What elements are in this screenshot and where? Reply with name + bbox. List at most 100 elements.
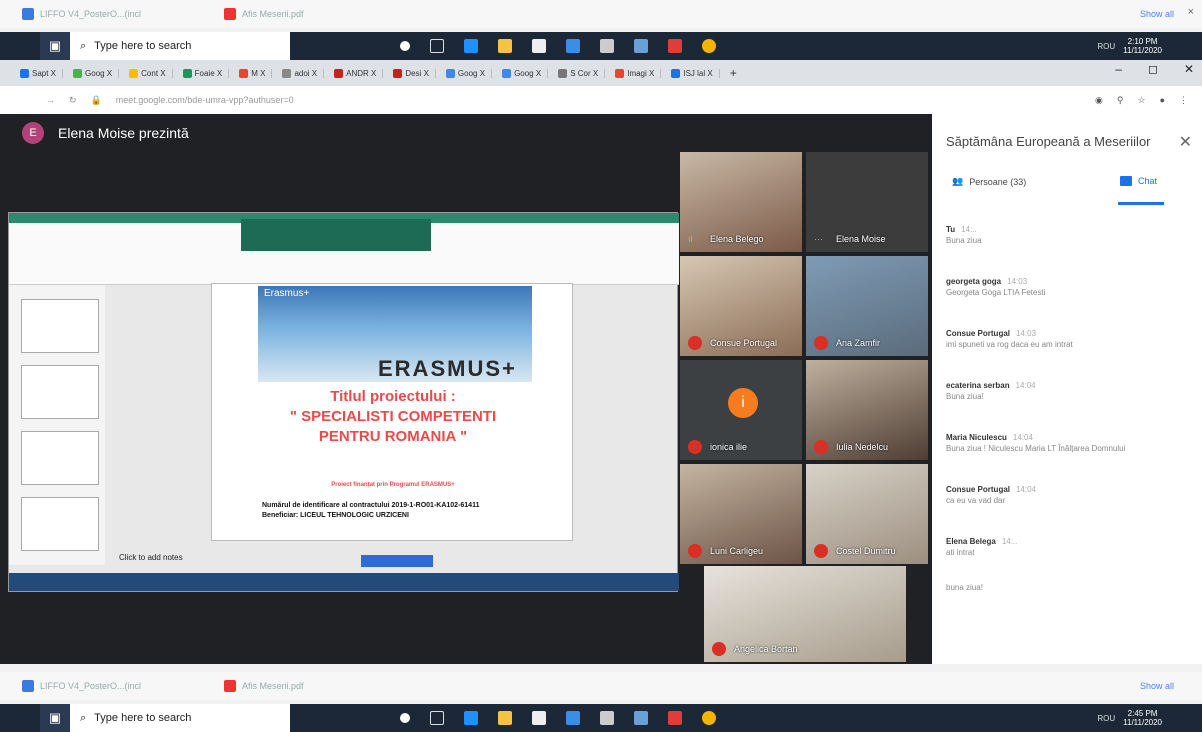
app-icon[interactable] bbox=[600, 39, 614, 53]
more-icon: ··· bbox=[814, 234, 823, 244]
erasmus-watermark: ERASMUS+ bbox=[378, 356, 517, 381]
shared-screen: Erasmus+ ERASMUS+ Titlul proiectului : "… bbox=[8, 212, 679, 592]
url-field[interactable]: meet.google.com/bde-umra-vpp?authuser=0 bbox=[116, 95, 294, 105]
windows-start-button[interactable]: ▣ bbox=[40, 32, 70, 60]
browser-tab[interactable]: Desi X bbox=[387, 68, 436, 78]
explorer-icon[interactable] bbox=[498, 711, 512, 725]
app-icon[interactable] bbox=[600, 711, 614, 725]
participant-tile[interactable]: ıl Elena Belego bbox=[680, 152, 802, 252]
browser-tab[interactable]: S Cor X bbox=[552, 68, 606, 78]
clock[interactable]: 2:10 PM 11/11/2020 bbox=[1123, 37, 1162, 55]
close-window-icon[interactable]: ✕ bbox=[1184, 62, 1194, 76]
cortana-icon[interactable] bbox=[400, 41, 410, 51]
forward-icon[interactable]: → bbox=[46, 95, 55, 105]
participant-tile[interactable]: Costel Dumitru bbox=[806, 464, 928, 564]
show-all-button[interactable]: Show all bbox=[1140, 681, 1174, 691]
taskbar-apps bbox=[400, 39, 716, 53]
stop-sharing-button[interactable] bbox=[361, 555, 433, 567]
edge-icon[interactable] bbox=[464, 39, 478, 53]
app-icon[interactable] bbox=[634, 39, 648, 53]
app-icon[interactable] bbox=[634, 711, 648, 725]
participant-tile[interactable]: ··· Elena Moise bbox=[806, 152, 928, 252]
explorer-icon[interactable] bbox=[498, 39, 512, 53]
reload-icon[interactable]: ↻ bbox=[69, 95, 77, 106]
chat-message: buna ziua! bbox=[946, 583, 983, 592]
slide-thumbnail[interactable] bbox=[21, 299, 99, 353]
taskbar-bottom: ▣ ⌕ Type here to search ROU 2:45 PM 11/11/… bbox=[0, 704, 1202, 732]
avatar: E bbox=[22, 122, 44, 144]
active-tab-indicator bbox=[1118, 202, 1164, 205]
mail-icon[interactable] bbox=[566, 711, 580, 725]
browser-tab[interactable]: Goog X bbox=[67, 68, 120, 78]
participant-grid: ıl Elena Belego ··· Elena Moise Consue P… bbox=[680, 152, 930, 662]
participant-tile[interactable]: Iulia Nedelcu bbox=[806, 360, 928, 460]
taskbar-search-input[interactable]: ⌕ Type here to search bbox=[70, 704, 290, 732]
browser-tab[interactable]: adoi X bbox=[276, 68, 325, 78]
acrobat-icon[interactable] bbox=[668, 711, 682, 725]
tab-people[interactable]: 👥 Persoane (33) bbox=[952, 176, 1026, 187]
windows-start-button[interactable]: ▣ bbox=[40, 704, 70, 732]
chrome-icon[interactable] bbox=[702, 711, 716, 725]
new-tab-button[interactable]: + bbox=[724, 66, 743, 80]
browser-tab[interactable]: ANDR X bbox=[328, 68, 384, 78]
pdf-icon bbox=[224, 8, 236, 20]
task-view-icon[interactable] bbox=[430, 711, 444, 725]
store-icon[interactable] bbox=[532, 39, 546, 53]
contract-text: Numărul de identificare al contractului … bbox=[262, 502, 480, 509]
slide-title-line: " SPECIALISTI COMPETENTI bbox=[289, 408, 497, 425]
avatar: i bbox=[728, 388, 758, 418]
store-icon[interactable] bbox=[532, 711, 546, 725]
chat-message: Elena Belega 14:.. ati intrat bbox=[946, 537, 1018, 557]
participant-tile[interactable]: Ana Zamfir bbox=[806, 256, 928, 356]
clock[interactable]: 2:45 PM 11/11/2020 bbox=[1123, 709, 1162, 727]
maximize-icon[interactable]: ◻ bbox=[1148, 62, 1158, 76]
download-item[interactable]: LIFFO V4_PosterO...(incl bbox=[22, 8, 202, 20]
mail-icon[interactable] bbox=[566, 39, 580, 53]
browser-tab[interactable]: Imagi X bbox=[609, 68, 662, 78]
close-icon[interactable]: × bbox=[1188, 6, 1194, 18]
browser-tab[interactable]: Goog X bbox=[440, 68, 493, 78]
browser-tab[interactable]: Foaie X bbox=[177, 68, 230, 78]
show-all-button[interactable]: Show all bbox=[1140, 9, 1174, 19]
taskbar-apps bbox=[400, 711, 716, 725]
participant-tile[interactable]: Angelica Bortan bbox=[704, 566, 906, 662]
erasmus-logo: Erasmus+ bbox=[264, 288, 310, 299]
slide-title: Titlul proiectului : bbox=[330, 388, 456, 405]
participant-tile[interactable]: Luni Carligeu bbox=[680, 464, 802, 564]
star-icon[interactable]: ☆ bbox=[1137, 95, 1145, 106]
download-item[interactable]: Afis Meserii.pdf bbox=[224, 8, 404, 20]
slide-title-line: PENTRU ROMANIA " bbox=[318, 428, 468, 445]
camera-icon[interactable]: ◉ bbox=[1095, 95, 1103, 106]
chrome-icon[interactable] bbox=[702, 39, 716, 53]
minimize-icon[interactable]: – bbox=[1115, 62, 1122, 76]
download-item[interactable]: Afis Meserii.pdf bbox=[224, 680, 404, 692]
edge-icon[interactable] bbox=[464, 711, 478, 725]
profile-icon[interactable]: ● bbox=[1160, 95, 1165, 106]
chat-message: Tu 14:.. Buna ziua bbox=[946, 225, 982, 245]
mic-off-icon bbox=[814, 440, 828, 454]
slide-thumbnail[interactable] bbox=[21, 431, 99, 485]
chat-message: ecaterina serban 14:04 Buna ziua! bbox=[946, 381, 1036, 401]
browser-tab[interactable]: Cont X bbox=[123, 68, 173, 78]
slide-thumbnail[interactable] bbox=[21, 365, 99, 419]
extension-icon[interactable]: ⚲ bbox=[1117, 95, 1124, 106]
menu-icon[interactable]: ⋮ bbox=[1179, 95, 1188, 106]
download-item[interactable]: LIFFO V4_PosterO...(incl bbox=[22, 680, 202, 692]
browser-tab[interactable]: ISJ lal X bbox=[665, 68, 720, 78]
close-panel-icon[interactable]: ✕ bbox=[1179, 132, 1192, 152]
cortana-icon[interactable] bbox=[400, 713, 410, 723]
browser-tab[interactable]: Goog X bbox=[496, 68, 549, 78]
slide-thumbnail[interactable] bbox=[21, 497, 99, 551]
participant-tile[interactable]: Consue Portugal bbox=[680, 256, 802, 356]
task-view-icon[interactable] bbox=[430, 39, 444, 53]
participant-tile[interactable]: i ionica ilie bbox=[680, 360, 802, 460]
browser-tab[interactable]: M X bbox=[233, 68, 273, 78]
acrobat-icon[interactable] bbox=[668, 39, 682, 53]
erasmus-photo: Erasmus+ ERASMUS+ bbox=[258, 286, 532, 382]
taskbar-search-input[interactable]: ⌕ Type here to search bbox=[70, 32, 290, 60]
people-icon: 👥 bbox=[952, 176, 964, 186]
search-icon: ⌕ bbox=[80, 711, 87, 724]
browser-tab[interactable]: Sapt X bbox=[14, 68, 64, 78]
tab-chat[interactable]: Chat bbox=[1120, 176, 1157, 186]
notes-placeholder[interactable]: Click to add notes bbox=[119, 553, 183, 562]
